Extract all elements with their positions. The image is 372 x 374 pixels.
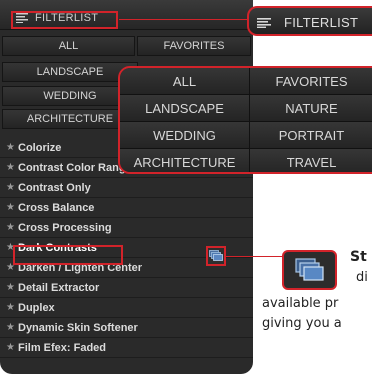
filterlist-title-callout: FILTERLIST bbox=[247, 6, 372, 36]
star-icon: ★ bbox=[6, 162, 15, 173]
star-icon: ★ bbox=[6, 302, 15, 313]
star-icon: ★ bbox=[6, 342, 15, 353]
star-icon: ★ bbox=[6, 182, 15, 193]
callout-category-landscape[interactable]: LANDSCAPE bbox=[120, 95, 250, 122]
filter-item[interactable]: ★ Cross Balance bbox=[0, 198, 253, 218]
callout-category-travel[interactable]: TRAVEL bbox=[250, 149, 372, 172]
filter-item[interactable]: ★ Contrast Only bbox=[0, 178, 253, 198]
filter-item[interactable]: ★ Dynamic Skin Softener bbox=[0, 318, 253, 338]
text-line: giving you a bbox=[262, 316, 342, 331]
text-line: St bbox=[350, 249, 367, 265]
connector-line bbox=[119, 19, 249, 20]
selected-row-highlight bbox=[13, 245, 123, 265]
category-favorites[interactable]: FAVORITES bbox=[137, 36, 251, 56]
text-line: available pr bbox=[262, 296, 339, 311]
filter-item[interactable]: ★ Duplex bbox=[0, 298, 253, 318]
star-icon: ★ bbox=[6, 222, 15, 233]
star-icon: ★ bbox=[6, 322, 15, 333]
list-icon bbox=[257, 18, 271, 28]
stack-windows-button[interactable] bbox=[206, 246, 226, 266]
star-icon: ★ bbox=[6, 282, 15, 293]
filter-list-panel: FILTERLIST ALL FAVORITES LANDSCAPE WEDDI… bbox=[0, 0, 253, 374]
connector-line bbox=[226, 256, 284, 257]
star-icon: ★ bbox=[6, 142, 15, 153]
callout-category-all[interactable]: ALL bbox=[120, 68, 250, 95]
category-all[interactable]: ALL bbox=[2, 36, 135, 56]
categories-callout: ALL FAVORITES LANDSCAPE NATURE WEDDING P… bbox=[118, 66, 372, 174]
callout-category-wedding[interactable]: WEDDING bbox=[120, 122, 250, 149]
text-line: di bbox=[356, 270, 368, 285]
stacked-windows-icon bbox=[209, 250, 223, 261]
stack-icon-callout bbox=[282, 250, 337, 290]
star-icon: ★ bbox=[6, 202, 15, 213]
title-highlight bbox=[11, 11, 118, 29]
callout-category-architecture[interactable]: ARCHITECTURE bbox=[120, 149, 250, 172]
callout-category-nature[interactable]: NATURE bbox=[250, 95, 372, 122]
filter-item[interactable]: ★ Cross Processing bbox=[0, 218, 253, 238]
callout-category-portrait[interactable]: PORTRAIT bbox=[250, 122, 372, 149]
filter-item[interactable]: ★ Detail Extractor bbox=[0, 278, 253, 298]
stacked-windows-icon bbox=[294, 258, 324, 281]
callout-title: FILTERLIST bbox=[284, 15, 359, 30]
filter-item[interactable]: ★ Film Efex: Faded bbox=[0, 338, 253, 358]
callout-category-favorites[interactable]: FAVORITES bbox=[250, 68, 372, 95]
